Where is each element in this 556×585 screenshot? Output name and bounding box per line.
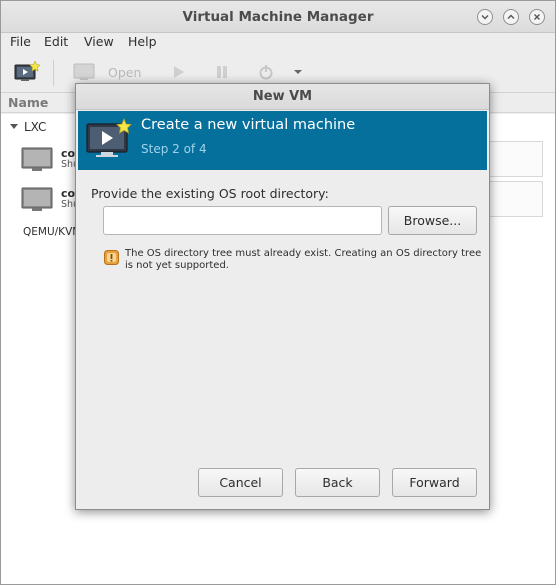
column-header-name[interactable]: Name: [8, 95, 48, 110]
dropdown-arrow-icon[interactable]: [292, 61, 304, 83]
group-qemu[interactable]: QEMU/KVM: [23, 226, 81, 238]
open-console-icon[interactable]: [73, 61, 97, 83]
menu-edit[interactable]: Edit: [44, 34, 68, 49]
dialog-titlebar[interactable]: New VM: [76, 84, 489, 110]
menu-view[interactable]: View: [84, 34, 114, 49]
vm-monitor-icon: [21, 187, 53, 211]
power-icon[interactable]: [257, 61, 275, 83]
open-button-label[interactable]: Open: [108, 65, 141, 80]
menubar: File Edit View Help: [1, 33, 555, 53]
new-vm-dialog: New VM Create a new virtual machine Step…: [75, 83, 490, 510]
forward-button[interactable]: Forward: [392, 468, 477, 497]
dialog-header-banner: Create a new virtual machine Step 2 of 4: [78, 111, 487, 170]
dialog-header-title: Create a new virtual machine: [141, 117, 356, 133]
close-icon: [534, 14, 540, 20]
back-button[interactable]: Back: [295, 468, 380, 497]
vm-row[interactable]: co Shu: [21, 146, 79, 177]
browse-button[interactable]: Browse...: [388, 206, 477, 235]
maximize-button[interactable]: [503, 9, 519, 25]
vm-row[interactable]: co Shu: [21, 186, 79, 217]
menu-help[interactable]: Help: [128, 34, 157, 49]
os-root-label: Provide the existing OS root directory:: [91, 186, 329, 201]
dialog-body: Provide the existing OS root directory: …: [76, 170, 489, 509]
chevron-down-icon: [481, 15, 489, 20]
play-icon[interactable]: [171, 61, 187, 83]
group-qemu-label: QEMU/KVM: [23, 226, 82, 238]
toolbar-separator: [53, 60, 54, 86]
new-vm-monitor-icon: [86, 118, 132, 157]
new-vm-monitor-icon[interactable]: [14, 61, 40, 83]
expander-triangle-icon: [10, 124, 18, 129]
window-title: Virtual Machine Manager: [182, 9, 374, 25]
os-root-path-input[interactable]: [103, 206, 382, 235]
warning-icon: [104, 250, 119, 265]
chevron-up-icon: [507, 14, 515, 19]
dialog-step-indicator: Step 2 of 4: [141, 142, 207, 156]
close-button[interactable]: [529, 9, 545, 25]
dialog-title: New VM: [252, 89, 313, 104]
group-lxc-label: LXC: [24, 120, 47, 134]
vm-monitor-icon: [21, 147, 53, 171]
cancel-button[interactable]: Cancel: [198, 468, 283, 497]
window-titlebar[interactable]: Virtual Machine Manager: [1, 1, 555, 33]
os-directory-warning: The OS directory tree must already exist…: [125, 248, 482, 271]
minimize-button[interactable]: [477, 9, 493, 25]
cpu-usage-graph: [483, 181, 543, 217]
pause-icon[interactable]: [214, 61, 230, 83]
menu-file[interactable]: File: [10, 34, 31, 49]
cpu-usage-graph: [483, 141, 543, 177]
